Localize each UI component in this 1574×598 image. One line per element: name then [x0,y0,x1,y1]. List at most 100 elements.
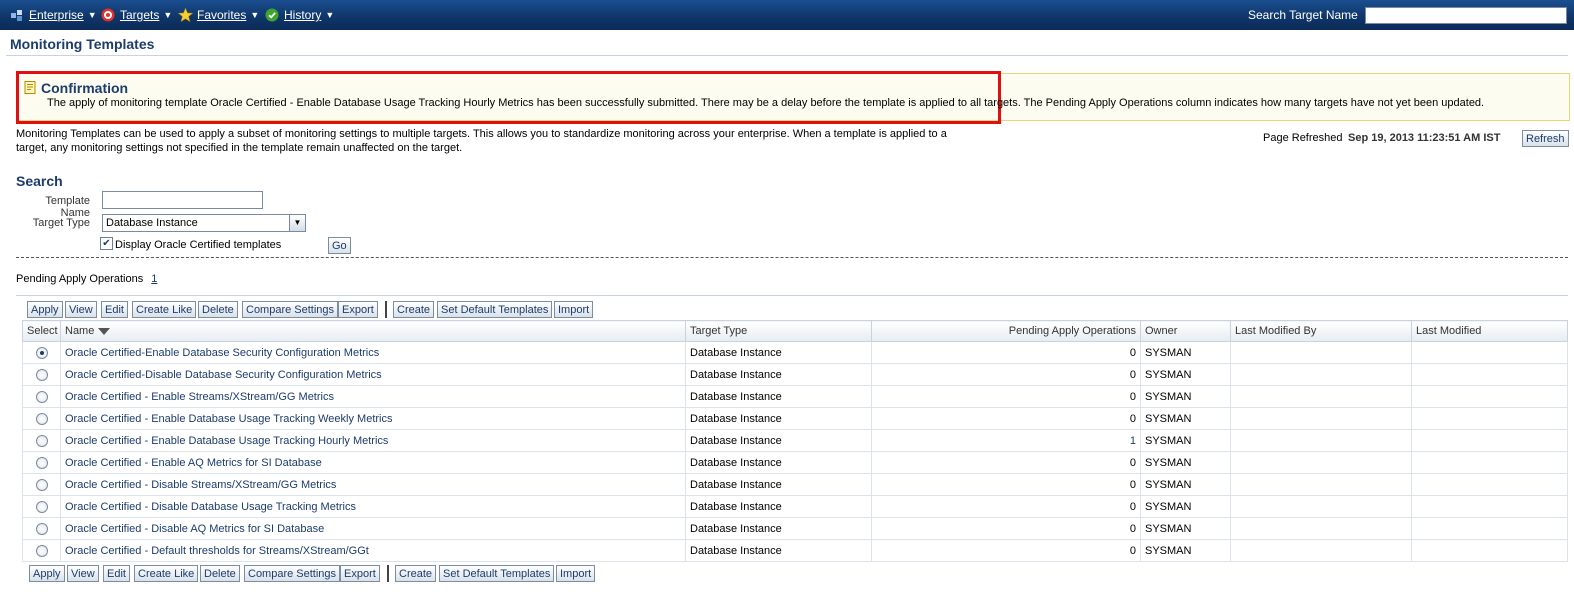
table-row: Oracle Certified - Disable AQ Metrics fo… [22,517,1568,540]
table-row: Oracle Certified - Default thresholds fo… [22,539,1568,562]
history-icon [265,8,279,22]
templates-table: Select Name Target Type Pending Apply Op… [22,320,1568,562]
column-header-last-modified[interactable]: Last Modified [1411,320,1568,342]
row-select-radio[interactable] [35,456,48,469]
template-name-link[interactable]: Oracle Certified - Enable Database Usage… [60,429,686,452]
target-type-cell: Database Instance [685,451,872,474]
confirmation-icon [24,81,37,94]
search-target-input[interactable] [1365,7,1567,24]
delete-button[interactable]: Delete [198,301,238,318]
column-header-name-label: Name [65,325,95,337]
create-like-button[interactable]: Create Like [134,565,199,582]
confirmation-message: The apply of monitoring template Oracle … [47,97,1485,109]
last-modified-by-cell [1230,495,1412,518]
table-row: Oracle Certified - Disable Database Usag… [22,495,1568,518]
template-name-link[interactable]: Oracle Certified - Enable Streams/XStrea… [60,385,686,408]
create-button[interactable]: Create [395,565,437,582]
template-name-link[interactable]: Oracle Certified-Enable Database Securit… [60,341,686,364]
import-button[interactable]: Import [554,301,594,318]
row-select-radio[interactable] [35,390,48,403]
row-select-radio[interactable] [35,346,48,359]
search-target-dropdown[interactable]: Search Target Name ▼ [1248,8,1374,22]
pending-apply-count-link[interactable]: 1 [151,273,157,285]
enterprise-label: Enterprise [29,8,84,22]
row-select-radio[interactable] [35,544,48,557]
last-modified-by-cell [1230,473,1412,496]
history-menu[interactable]: History ▼ [265,8,334,22]
set-default-templates-button[interactable]: Set Default Templates [437,301,553,318]
row-select-radio[interactable] [35,434,48,447]
target-type-cell: Database Instance [685,539,872,562]
template-name-link[interactable]: Oracle Certified - Disable Streams/XStre… [60,473,686,496]
edit-button[interactable]: Edit [103,565,130,582]
page-description: Monitoring Templates can be used to appl… [16,128,947,154]
chevron-down-icon: ▼ [87,10,97,20]
import-button[interactable]: Import [556,565,596,582]
row-select-radio[interactable] [35,522,48,535]
sort-descending-icon[interactable] [98,327,111,335]
owner-cell: SYSMAN [1140,363,1231,386]
column-header-owner[interactable]: Owner [1140,320,1231,342]
row-select-radio[interactable] [35,412,48,425]
refresh-button[interactable]: Refresh [1522,130,1569,147]
delete-button[interactable]: Delete [200,565,240,582]
column-header-name[interactable]: Name [60,320,686,342]
view-button[interactable]: View [65,301,97,318]
template-name-link[interactable]: Oracle Certified-Disable Database Securi… [60,363,686,386]
pending-apply-label: Pending Apply Operations [16,273,144,285]
set-default-templates-button[interactable]: Set Default Templates [439,565,555,582]
oracle-certified-checkbox-label: Display Oracle Certified templates [115,239,282,251]
template-name-link[interactable]: Oracle Certified - Default thresholds fo… [60,539,686,562]
view-button[interactable]: View [67,565,99,582]
apply-button[interactable]: Apply [27,301,63,318]
last-modified-cell [1411,473,1568,496]
last-modified-by-cell [1230,539,1412,562]
create-button[interactable]: Create [393,301,435,318]
oracle-certified-checkbox[interactable]: ✔ [100,237,113,250]
top-nav-bar: Enterprise ▼ Targets ▼ Favorites ▼ Histo… [0,0,1574,30]
compare-settings-button[interactable]: Compare Settings [242,301,339,318]
template-name-link[interactable]: Oracle Certified - Disable AQ Metrics fo… [60,517,686,540]
favorites-menu[interactable]: Favorites ▼ [177,7,259,22]
enterprise-menu[interactable]: Enterprise ▼ [10,8,97,22]
template-name-link[interactable]: Oracle Certified - Enable AQ Metrics for… [60,451,686,474]
go-button[interactable]: Go [328,237,351,254]
create-like-button[interactable]: Create Like [132,301,197,318]
compare-settings-button[interactable]: Compare Settings [244,565,341,582]
owner-cell: SYSMAN [1140,517,1231,540]
template-name-link[interactable]: Oracle Certified - Disable Database Usag… [60,495,686,518]
template-name-input[interactable] [102,191,263,209]
column-header-pending[interactable]: Pending Apply Operations [871,320,1141,342]
table-row: Oracle Certified - Enable Streams/XStrea… [22,385,1568,408]
pending-count-link[interactable]: 1 [871,429,1141,452]
divider [16,295,1568,296]
row-select-radio[interactable] [35,500,48,513]
edit-button[interactable]: Edit [101,301,128,318]
target-type-select[interactable]: Database Instance ▼ [102,214,306,232]
page-refreshed-time: Sep 19, 2013 11:23:51 AM IST [1348,132,1501,144]
apply-button[interactable]: Apply [29,565,65,582]
target-type-cell: Database Instance [685,363,872,386]
last-modified-by-cell [1230,517,1412,540]
history-label: History [284,8,322,22]
export-button[interactable]: Export [338,301,378,318]
favorites-label: Favorites [197,8,247,22]
targets-label: Targets [120,8,160,22]
chevron-down-icon: ▼ [289,215,305,231]
last-modified-cell [1411,451,1568,474]
row-select-radio[interactable] [35,478,48,491]
table-row: Oracle Certified - Enable Database Usage… [22,407,1568,430]
targets-menu[interactable]: Targets ▼ [101,8,172,22]
column-header-target-type[interactable]: Target Type [685,320,872,342]
export-button[interactable]: Export [340,565,380,582]
search-heading: Search [16,173,63,189]
target-type-cell: Database Instance [685,473,872,496]
column-header-last-modified-by[interactable]: Last Modified By [1230,320,1412,342]
last-modified-cell [1411,341,1568,364]
target-type-cell: Database Instance [685,429,872,452]
page-title: Monitoring Templates [10,36,155,52]
template-name-link[interactable]: Oracle Certified - Enable Database Usage… [60,407,686,430]
owner-cell: SYSMAN [1140,385,1231,408]
last-modified-cell [1411,495,1568,518]
row-select-radio[interactable] [35,368,48,381]
